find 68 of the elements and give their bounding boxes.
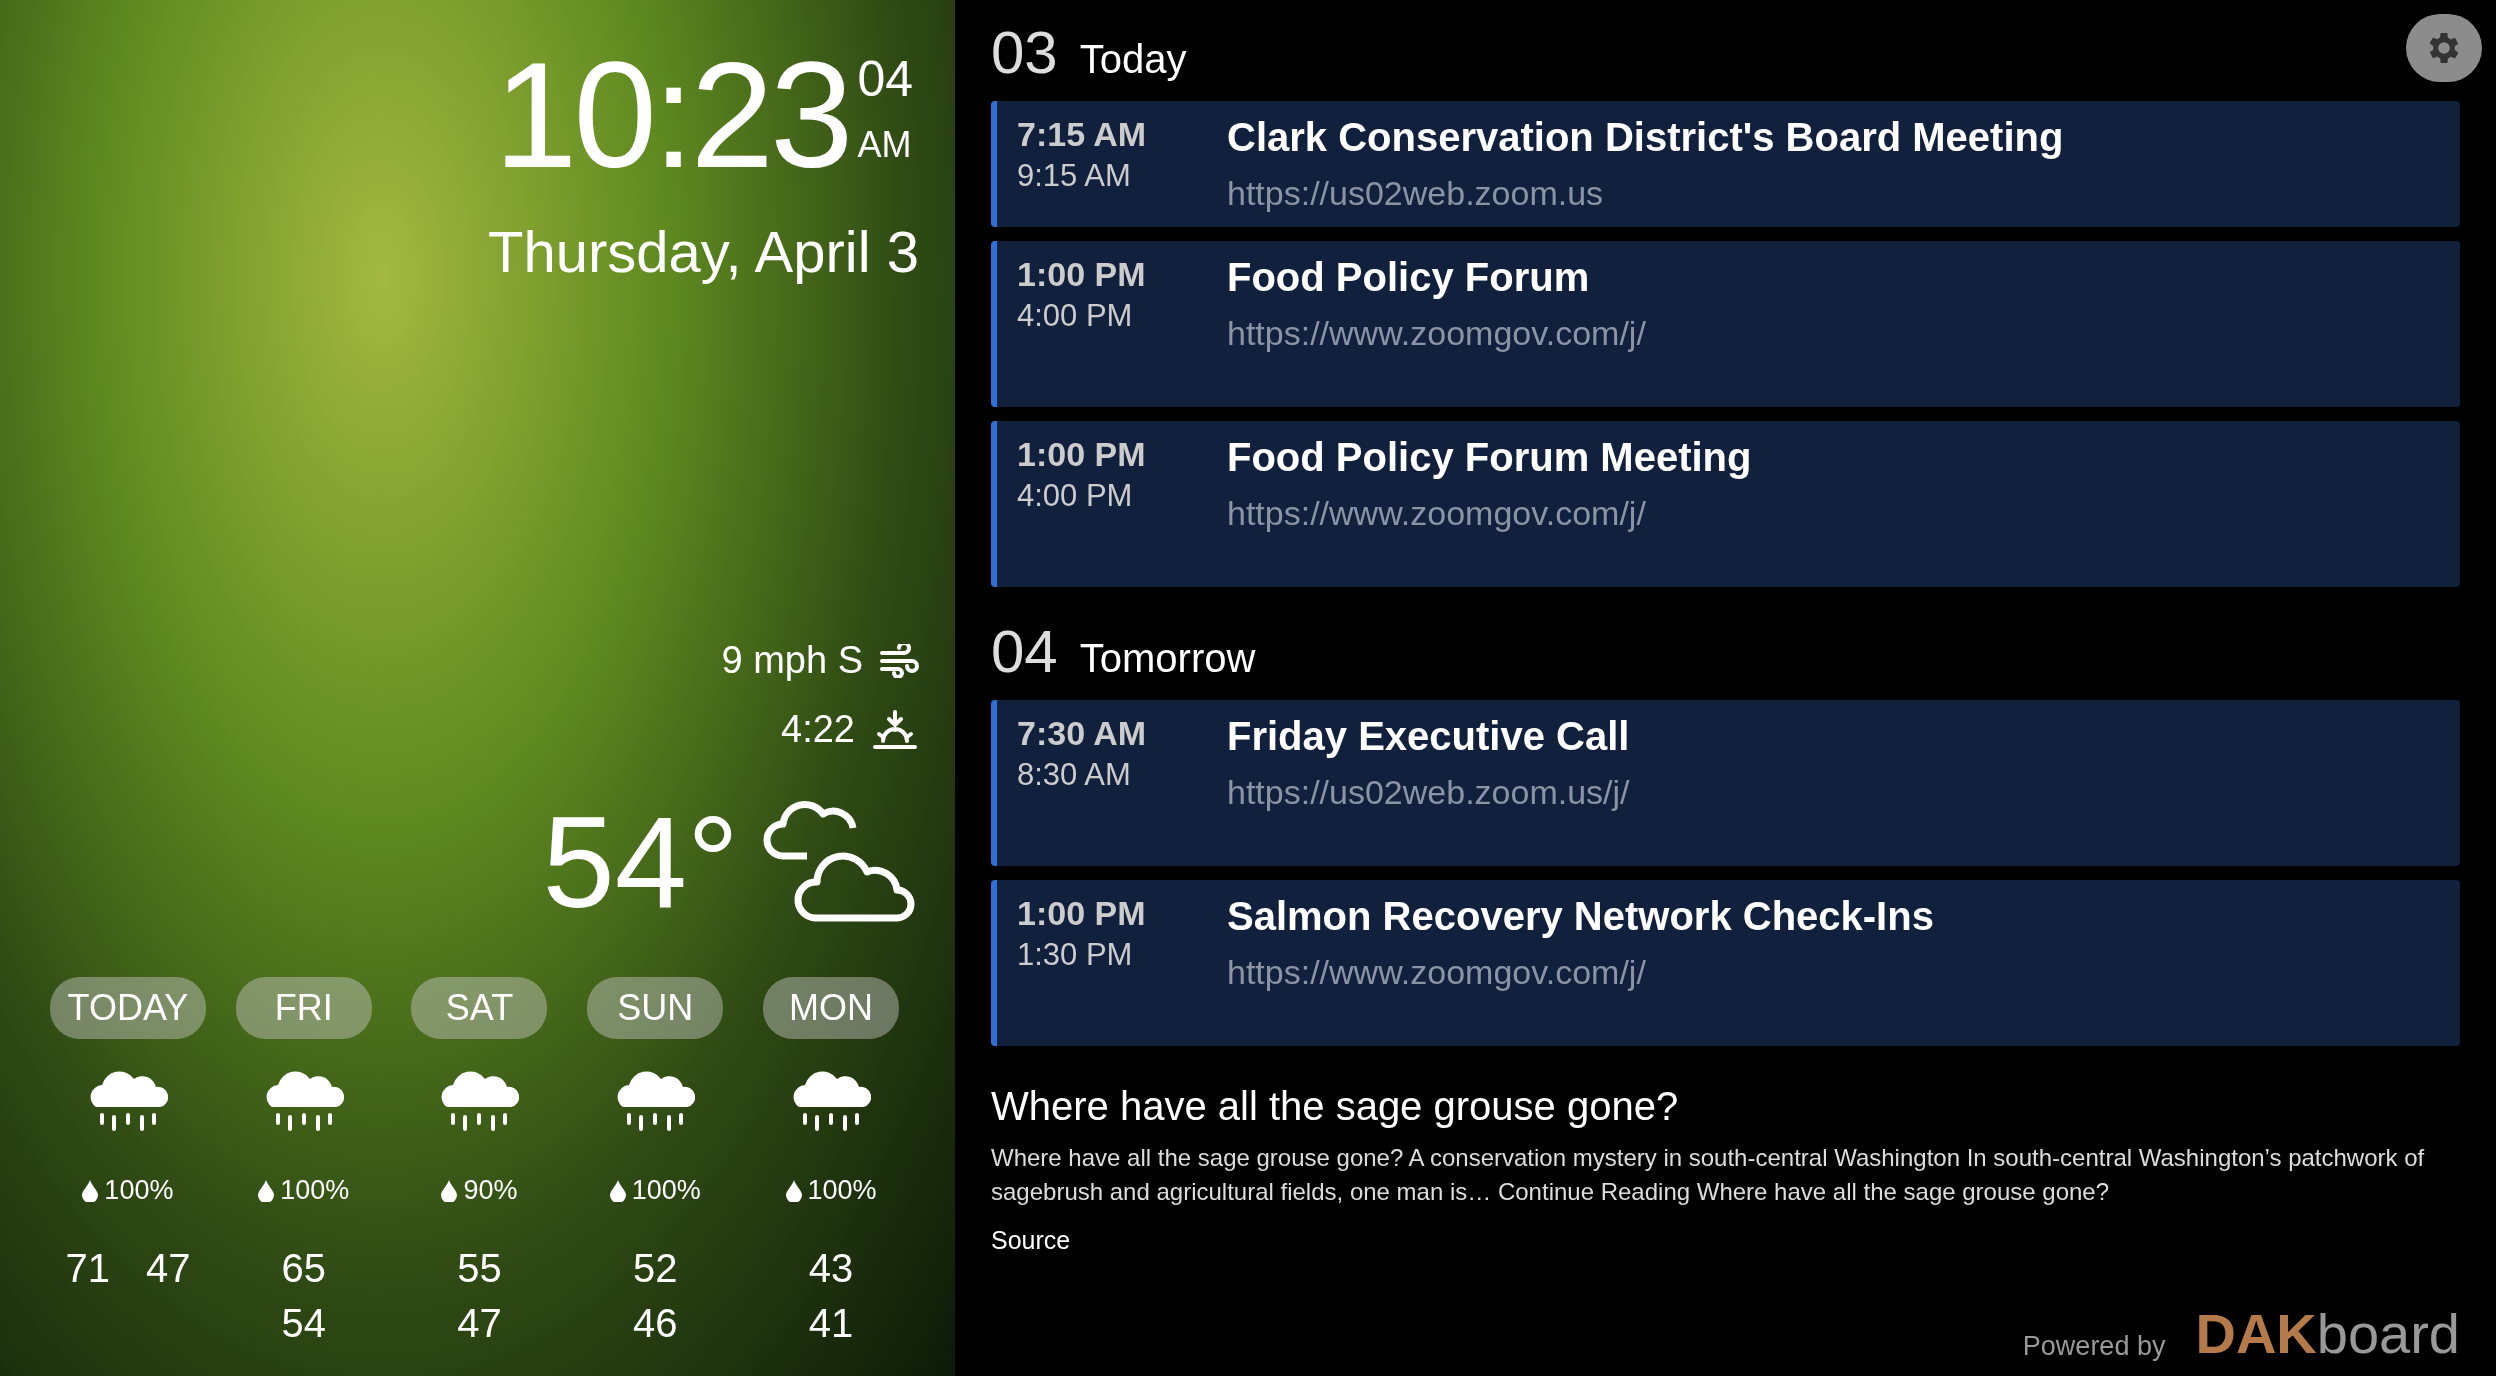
- news-headline: Where have all the sage grouse gone?: [991, 1084, 1680, 1129]
- day-number: 03: [991, 18, 1058, 87]
- wind-reading: 9 mph S: [721, 639, 863, 682]
- sunset-time: 4:22: [781, 708, 855, 751]
- event-link: https://www.zoomgov.com/j/: [1227, 953, 1647, 992]
- day-heading: Today: [1079, 37, 1187, 82]
- event-title: Clark Conservation District's Board Meeting: [1227, 115, 2064, 160]
- event-title: Friday Executive Call: [1227, 714, 1630, 759]
- day-label: SUN: [587, 977, 724, 1039]
- event-start-time: 7:30 AM: [1017, 714, 1148, 753]
- event-link: https://us02web.zoom.us: [1227, 174, 1605, 213]
- powered-by-text: Powered by: [2022, 1331, 2166, 1362]
- event-end-time: 1:30 PM: [1017, 937, 1134, 973]
- raindrop-icon: [258, 1179, 275, 1202]
- event-start-time: 1:00 PM: [1017, 894, 1147, 933]
- day-label: FRI: [235, 977, 372, 1039]
- precipitation-chance: 100%: [104, 1175, 174, 1206]
- day-label: MON: [763, 977, 900, 1039]
- event-end-time: 4:00 PM: [1017, 298, 1134, 334]
- clock-time: 10:23: [494, 40, 850, 190]
- event-start-time: 1:00 PM: [1017, 255, 1147, 294]
- event-title: Food Policy Forum: [1227, 255, 1591, 300]
- high-temperature: 43: [808, 1246, 854, 1291]
- event-title: Food Policy Forum Meeting: [1227, 435, 1752, 480]
- day-label: TODAY: [49, 977, 207, 1039]
- raindrop-icon: [785, 1179, 802, 1202]
- low-temperature: 47: [145, 1246, 191, 1291]
- sunset-icon: [871, 709, 919, 750]
- event-title: Salmon Recovery Network Check-Ins: [1227, 894, 1934, 939]
- day-number: 04: [991, 617, 1058, 686]
- high-temperature: 65: [281, 1246, 326, 1291]
- clock-meridiem: AM: [857, 124, 913, 166]
- event-link: https://us02web.zoom.us/j/: [1227, 773, 1630, 812]
- event-start-time: 7:15 AM: [1017, 115, 1148, 154]
- clock-date: Thursday, April 3: [488, 218, 919, 285]
- precipitation-chance: 100%: [807, 1175, 877, 1206]
- brand-logo: DAKboard: [2195, 1306, 2460, 1362]
- raindrop-icon: [609, 1179, 626, 1202]
- event-card[interactable]: 1:00 PM 4:00 PM Food Policy Forum Meeting https://www.zoomgov.com/j/: [991, 421, 2460, 587]
- low-temperature: 47: [457, 1301, 502, 1346]
- raindrop-icon: [441, 1179, 458, 1202]
- event-end-time: 8:30 AM: [1017, 757, 1132, 793]
- event-card[interactable]: 7:30 AM 8:30 AM Friday Executive Call https://us02web.zoom.us/j/: [991, 700, 2460, 866]
- event-card[interactable]: 1:00 PM 4:00 PM Food Policy Forum https://www.zoomgov.com/j/: [991, 241, 2460, 407]
- event-link: https://www.zoomgov.com/j/: [1227, 314, 1646, 353]
- high-temperature: 52: [633, 1246, 678, 1291]
- news-source-link[interactable]: Source: [991, 1226, 1071, 1256]
- event-card[interactable]: 7:15 AM 9:15 AM Clark Conservation District's Board Meeting https://us02web.zoom.us: [991, 101, 2460, 227]
- current-temperature: 54°: [542, 788, 739, 937]
- wind-icon: [879, 643, 919, 678]
- low-temperature: 54: [281, 1301, 326, 1346]
- event-end-time: 9:15 AM: [1017, 158, 1132, 194]
- high-temperature: 55: [457, 1246, 502, 1291]
- event-link: https://www.zoomgov.com/j/: [1227, 494, 1647, 533]
- low-temperature: 41: [808, 1301, 854, 1346]
- precipitation-chance: 100%: [631, 1175, 701, 1206]
- day-heading: Tomorrow: [1079, 636, 1256, 681]
- precipitation-chance: 100%: [280, 1175, 350, 1206]
- precipitation-chance: 90%: [463, 1175, 518, 1206]
- event-card[interactable]: 1:00 PM 1:30 PM Salmon Recovery Network Check-Ins https://www.zoomgov.com/j/: [991, 880, 2460, 1046]
- event-start-time: 1:00 PM: [1017, 435, 1147, 474]
- clock-seconds: 04: [857, 54, 913, 104]
- raindrop-icon: [82, 1179, 99, 1202]
- high-temperature: 71: [65, 1246, 110, 1291]
- news-summary: Where have all the sage grouse gone? A conservation mystery in south-central Washington In south-central Washington’s patchwork of sagebrush and agricultural fields, one man is… Continue Reading Where have all the sage grouse gone?: [991, 1143, 2426, 1207]
- low-temperature: 46: [633, 1301, 678, 1346]
- event-end-time: 4:00 PM: [1017, 478, 1134, 514]
- day-label: SAT: [411, 977, 548, 1039]
